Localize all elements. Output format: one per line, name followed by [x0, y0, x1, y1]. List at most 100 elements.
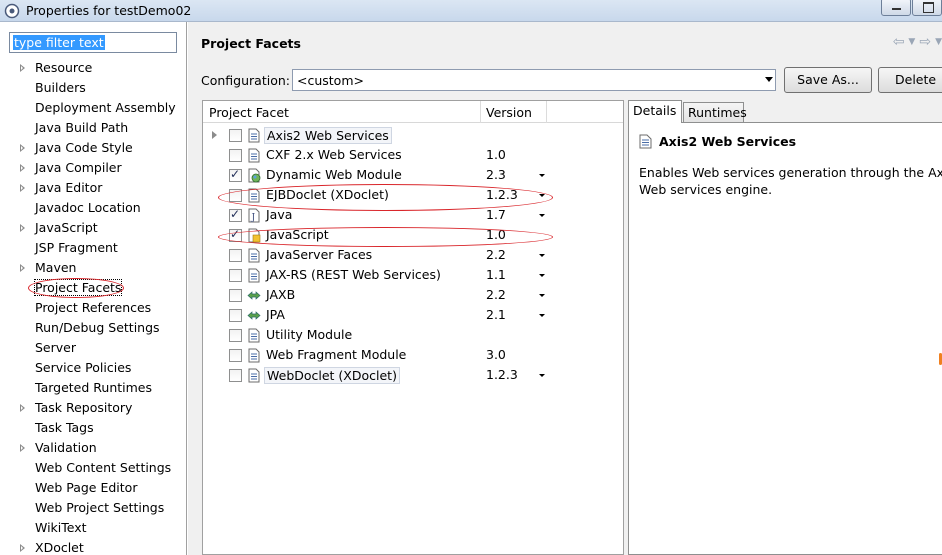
sidebar-item-resource[interactable]: Resource [0, 58, 186, 78]
sidebar-item-project-facets[interactable]: Project Facets [0, 278, 186, 298]
sidebar-item-javascript[interactable]: JavaScript [0, 218, 186, 238]
facet-name: EJBDoclet (XDoclet) [266, 187, 389, 202]
facet-version[interactable]: 1.2.3 [486, 367, 518, 382]
expand-arrow-icon[interactable] [212, 131, 217, 139]
facet-checkbox[interactable] [229, 309, 242, 322]
facet-checkbox[interactable] [229, 249, 242, 262]
facet-details-panel: Details Runtimes Axis2 Web Services Enab… [628, 100, 942, 555]
forward-arrow-icon[interactable]: ⇨ [919, 34, 931, 50]
expand-arrow-icon[interactable] [20, 224, 25, 232]
facet-row[interactable]: Web Fragment Module 3.0 [203, 345, 623, 365]
version-dropdown-icon[interactable] [539, 194, 545, 197]
facet-version[interactable]: 1.2.3 [486, 187, 518, 202]
doc-icon [639, 134, 652, 149]
back-arrow-icon[interactable]: ⇦ [893, 34, 905, 50]
sidebar-item-run-debug-settings[interactable]: Run/Debug Settings [0, 318, 186, 338]
facet-row[interactable]: JAXB 2.2 [203, 285, 623, 305]
maximize-button[interactable] [912, 0, 942, 16]
facet-checkbox[interactable] [229, 329, 242, 342]
svg-text:J: J [251, 213, 256, 223]
facet-checkbox[interactable] [229, 369, 242, 382]
facet-checkbox[interactable] [229, 289, 242, 302]
facet-checkbox[interactable] [229, 149, 242, 162]
expand-arrow-icon[interactable] [20, 264, 25, 272]
version-dropdown-icon[interactable] [539, 294, 545, 297]
expand-arrow-icon[interactable] [20, 184, 25, 192]
sidebar-item-label: Java Build Path [35, 120, 129, 135]
save-as-button[interactable]: Save As... [784, 67, 872, 93]
tab-details[interactable]: Details [628, 100, 682, 123]
sidebar-item-service-policies[interactable]: Service Policies [0, 358, 186, 378]
sidebar-item-builders[interactable]: Builders [0, 78, 186, 98]
facet-row[interactable]: WebDoclet (XDoclet) 1.2.3 [203, 365, 623, 385]
facet-checkbox[interactable] [229, 129, 242, 142]
delete-button[interactable]: Delete [878, 67, 942, 93]
sidebar-item-task-repository[interactable]: Task Repository [0, 398, 186, 418]
facet-version[interactable]: 2.1 [486, 307, 506, 322]
minimize-button[interactable] [881, 0, 911, 16]
sidebar-item-java-editor[interactable]: Java Editor [0, 178, 186, 198]
sidebar-item-server[interactable]: Server [0, 338, 186, 358]
expand-arrow-icon[interactable] [20, 544, 25, 552]
tab-runtimes[interactable]: Runtimes [683, 102, 747, 123]
sidebar-item-maven[interactable]: Maven [0, 258, 186, 278]
expand-arrow-icon[interactable] [20, 404, 25, 412]
facet-checkbox[interactable] [229, 167, 242, 182]
facet-checkbox[interactable] [229, 189, 242, 202]
facet-row[interactable]: Axis2 Web Services [203, 125, 623, 145]
column-header-facet[interactable]: Project Facet [209, 105, 289, 120]
sidebar-item-web-project-settings[interactable]: Web Project Settings [0, 498, 186, 518]
facet-row[interactable]: Dynamic Web Module 2.3 [203, 165, 623, 185]
expand-arrow-icon[interactable] [20, 64, 25, 72]
facet-checkbox[interactable] [229, 227, 242, 242]
version-dropdown-icon[interactable] [539, 214, 545, 217]
version-dropdown-icon[interactable] [539, 254, 545, 257]
sidebar-item-deployment-assembly[interactable]: Deployment Assembly [0, 98, 186, 118]
expand-arrow-icon[interactable] [20, 144, 25, 152]
sidebar-item-label: JSP Fragment [35, 240, 118, 255]
expand-arrow-icon[interactable] [20, 444, 25, 452]
filter-input[interactable]: type filter text [9, 32, 177, 53]
column-separator[interactable] [546, 101, 547, 123]
details-description: Enables Web services generation through … [639, 165, 942, 197]
column-separator[interactable] [480, 101, 481, 123]
configuration-select[interactable]: <custom> [292, 69, 776, 91]
facet-version[interactable]: 2.2 [486, 247, 506, 262]
back-menu-chevron-icon[interactable]: ▼ [908, 34, 915, 50]
facet-checkbox[interactable] [229, 269, 242, 282]
sidebar-item-task-tags[interactable]: Task Tags [0, 418, 186, 438]
sidebar-item-wikitext[interactable]: WikiText [0, 518, 186, 538]
facet-row[interactable]: EJBDoclet (XDoclet) 1.2.3 [203, 185, 623, 205]
sidebar-item-targeted-runtimes[interactable]: Targeted Runtimes [0, 378, 186, 398]
sidebar-item-java-build-path[interactable]: Java Build Path [0, 118, 186, 138]
forward-menu-chevron-icon[interactable]: ▼ [935, 34, 942, 50]
sidebar-item-web-content-settings[interactable]: Web Content Settings [0, 458, 186, 478]
sidebar-item-web-page-editor[interactable]: Web Page Editor [0, 478, 186, 498]
sidebar-item-xdoclet[interactable]: XDoclet [0, 538, 186, 555]
version-dropdown-icon[interactable] [539, 174, 545, 177]
sidebar-item-validation[interactable]: Validation [0, 438, 186, 458]
column-header-version[interactable]: Version [486, 105, 532, 120]
facet-row[interactable]: JPA 2.1 [203, 305, 623, 325]
facet-checkbox[interactable] [229, 349, 242, 362]
facet-checkbox[interactable] [229, 207, 242, 222]
expand-arrow-icon[interactable] [20, 164, 25, 172]
facet-row[interactable]: Utility Module [203, 325, 623, 345]
facet-version[interactable]: 2.2 [486, 287, 506, 302]
facet-version[interactable]: 1.7 [486, 207, 506, 222]
sidebar-item-java-compiler[interactable]: Java Compiler [0, 158, 186, 178]
version-dropdown-icon[interactable] [539, 314, 545, 317]
facet-row[interactable]: J Java 1.7 [203, 205, 623, 225]
facet-version[interactable]: 1.1 [486, 267, 506, 282]
facet-row[interactable]: JavaServer Faces 2.2 [203, 245, 623, 265]
sidebar-item-project-references[interactable]: Project References [0, 298, 186, 318]
sidebar-item-javadoc-location[interactable]: Javadoc Location [0, 198, 186, 218]
sidebar-item-java-code-style[interactable]: Java Code Style [0, 138, 186, 158]
facet-version[interactable]: 2.3 [486, 167, 506, 182]
sidebar-item-jsp-fragment[interactable]: JSP Fragment [0, 238, 186, 258]
facet-row[interactable]: CXF 2.x Web Services 1.0 [203, 145, 623, 165]
facet-row[interactable]: JavaScript 1.0 [203, 225, 623, 245]
facet-row[interactable]: JAX-RS (REST Web Services) 1.1 [203, 265, 623, 285]
version-dropdown-icon[interactable] [539, 374, 545, 377]
version-dropdown-icon[interactable] [539, 274, 545, 277]
